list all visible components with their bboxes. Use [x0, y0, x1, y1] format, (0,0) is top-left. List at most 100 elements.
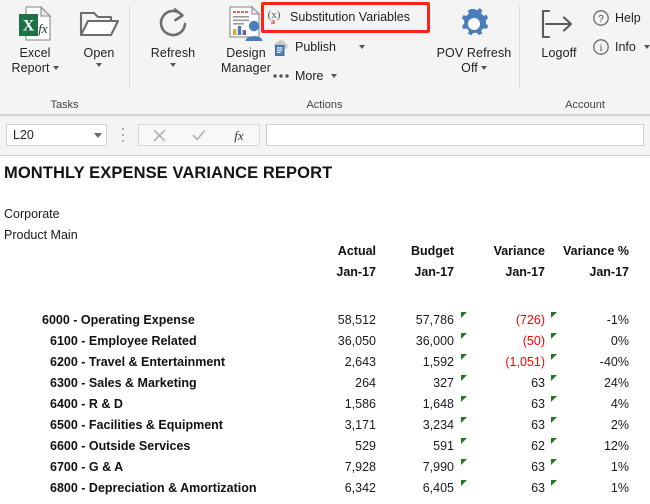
name-box[interactable]: L20 — [6, 124, 107, 146]
open-button[interactable]: Open — [72, 2, 126, 67]
column-header-variance-pct: Variance % Jan-17 — [552, 244, 629, 279]
logoff-arrow-icon — [540, 2, 578, 46]
row-budget: 3,234 — [422, 418, 454, 432]
chevron-down-icon[interactable] — [480, 66, 487, 70]
refresh-button[interactable]: Refresh — [138, 2, 208, 67]
table-row[interactable]: 6300 - Sales & Marketing 264 327 63 24% — [0, 373, 650, 394]
excel-report-button[interactable]: X fx Excel Report — [4, 2, 66, 76]
info-label: Info — [615, 40, 636, 54]
row-variance: (50) — [522, 334, 545, 348]
excel-report-label-line2: Report — [11, 61, 50, 75]
table-row[interactable]: 6400 - R & D 1,586 1,648 63 4% — [0, 394, 650, 415]
pov-refresh-label-line2: Off — [461, 61, 478, 75]
table-row[interactable]: 6000 - Operating Expense 58,512 57,786 (… — [0, 310, 650, 331]
more-button[interactable]: More — [272, 69, 338, 83]
formula-bar-grip[interactable] — [122, 128, 125, 142]
design-manager-label-line2: Manager — [220, 61, 272, 75]
row-actual: 7,928 — [344, 460, 376, 474]
column-header-variance-name: Variance — [493, 244, 545, 258]
refresh-label: Refresh — [150, 46, 196, 60]
row-variance-pct: 2% — [610, 418, 629, 432]
row-budget: 1,592 — [422, 355, 454, 369]
group-label-account: Account — [565, 99, 605, 111]
comment-marker-icon — [461, 333, 467, 339]
row-budget: 327 — [433, 376, 454, 390]
svg-text:i: i — [600, 43, 603, 54]
row-budget: 591 — [433, 439, 454, 453]
row-label: 6600 - Outside Services — [50, 439, 191, 453]
table-row[interactable]: 6800 - Depreciation & Amortization 6,342… — [0, 478, 650, 499]
cancel-x-icon[interactable] — [139, 125, 179, 145]
chevron-down-icon[interactable] — [331, 74, 338, 78]
enter-check-icon[interactable] — [179, 125, 219, 145]
row-label: 6400 - R & D — [50, 397, 123, 411]
page-title: MONTHLY EXPENSE VARIANCE REPORT — [4, 164, 333, 182]
comment-marker-icon — [461, 417, 467, 423]
table-row[interactable]: 6200 - Travel & Entertainment 2,643 1,59… — [0, 352, 650, 373]
publish-button[interactable]: Publish — [270, 37, 365, 57]
column-header-actual-name: Actual — [337, 244, 376, 258]
row-variance-pct: 0% — [610, 334, 629, 348]
row-variance: 63 — [531, 460, 545, 474]
chevron-down-icon[interactable] — [643, 45, 650, 49]
table-row[interactable]: 6600 - Outside Services 529 591 62 12% — [0, 436, 650, 457]
info-button[interactable]: i Info — [592, 38, 650, 56]
row-budget: 1,648 — [422, 397, 454, 411]
column-header-budget-name: Budget — [410, 244, 454, 258]
ribbon-group-tasks: X fx Excel Report Open — [0, 0, 130, 94]
open-label: Open — [83, 46, 115, 60]
comment-marker-icon — [461, 438, 467, 444]
pov-product: Product Main — [4, 228, 78, 242]
row-actual: 3,171 — [344, 418, 376, 432]
excel-report-label-line1: Excel — [19, 46, 51, 60]
row-budget: 7,990 — [422, 460, 454, 474]
group-label-tasks: Tasks — [50, 99, 79, 111]
ribbon-group-account: Logoff ? Help i Info — [520, 0, 650, 94]
pov-refresh-button[interactable]: POV Refresh Off — [431, 2, 517, 76]
row-budget: 57,786 — [415, 313, 454, 327]
logoff-label: Logoff — [541, 46, 577, 60]
comment-marker-icon — [461, 459, 467, 465]
chevron-down-icon[interactable] — [359, 45, 365, 49]
chevron-down-icon[interactable] — [52, 66, 59, 70]
pov-refresh-label-line1: POV Refresh — [436, 46, 512, 60]
design-manager-icon — [226, 2, 266, 46]
table-row[interactable]: 6100 - Employee Related 36,050 36,000 (5… — [0, 331, 650, 352]
group-label-actions: Actions — [306, 99, 343, 111]
row-label: 6000 - Operating Expense — [42, 313, 195, 327]
report-sheet[interactable]: MONTHLY EXPENSE VARIANCE REPORT Corporat… — [0, 156, 650, 504]
pov-refresh-gear-icon — [455, 2, 493, 46]
help-button[interactable]: ? Help — [592, 9, 641, 27]
table-row[interactable]: 6500 - Facilities & Equipment 3,171 3,23… — [0, 415, 650, 436]
comment-marker-icon — [461, 354, 467, 360]
ribbon: X fx Excel Report Open Refresh Design Ma… — [0, 0, 650, 116]
publish-cloud-icon — [270, 37, 290, 57]
name-box-dropdown-icon[interactable] — [90, 132, 106, 138]
ribbon-bottom-divider — [0, 114, 650, 115]
column-header-budget-period: Jan-17 — [414, 265, 454, 279]
row-label: 6800 - Depreciation & Amortization — [50, 481, 257, 495]
column-header-budget: Budget Jan-17 — [382, 244, 454, 279]
row-variance: (1,051) — [505, 355, 545, 369]
formula-action-buttons: fx — [138, 124, 260, 146]
more-label: More — [295, 69, 324, 83]
table-row[interactable]: 6700 - G & A 7,928 7,990 63 1% — [0, 457, 650, 478]
column-header-variance-pct-name: Variance % — [562, 244, 629, 258]
excel-report-icon: X fx — [18, 2, 52, 46]
row-actual: 58,512 — [337, 313, 376, 327]
row-actual: 529 — [355, 439, 376, 453]
row-actual: 6,342 — [344, 481, 376, 495]
row-actual: 264 — [355, 376, 376, 390]
chevron-down-icon[interactable] — [95, 63, 102, 67]
row-variance: 63 — [531, 397, 545, 411]
insert-function-fx-icon[interactable]: fx — [219, 125, 259, 145]
svg-text:fx: fx — [38, 21, 48, 36]
row-variance: (726) — [515, 313, 545, 327]
formula-input[interactable] — [266, 124, 644, 146]
substitution-variables-highlight — [261, 2, 430, 33]
row-label: 6100 - Employee Related — [50, 334, 197, 348]
row-label: 6300 - Sales & Marketing — [50, 376, 197, 390]
row-budget: 36,000 — [415, 334, 454, 348]
chevron-down-icon[interactable] — [170, 63, 176, 67]
logoff-button[interactable]: Logoff — [528, 2, 590, 61]
